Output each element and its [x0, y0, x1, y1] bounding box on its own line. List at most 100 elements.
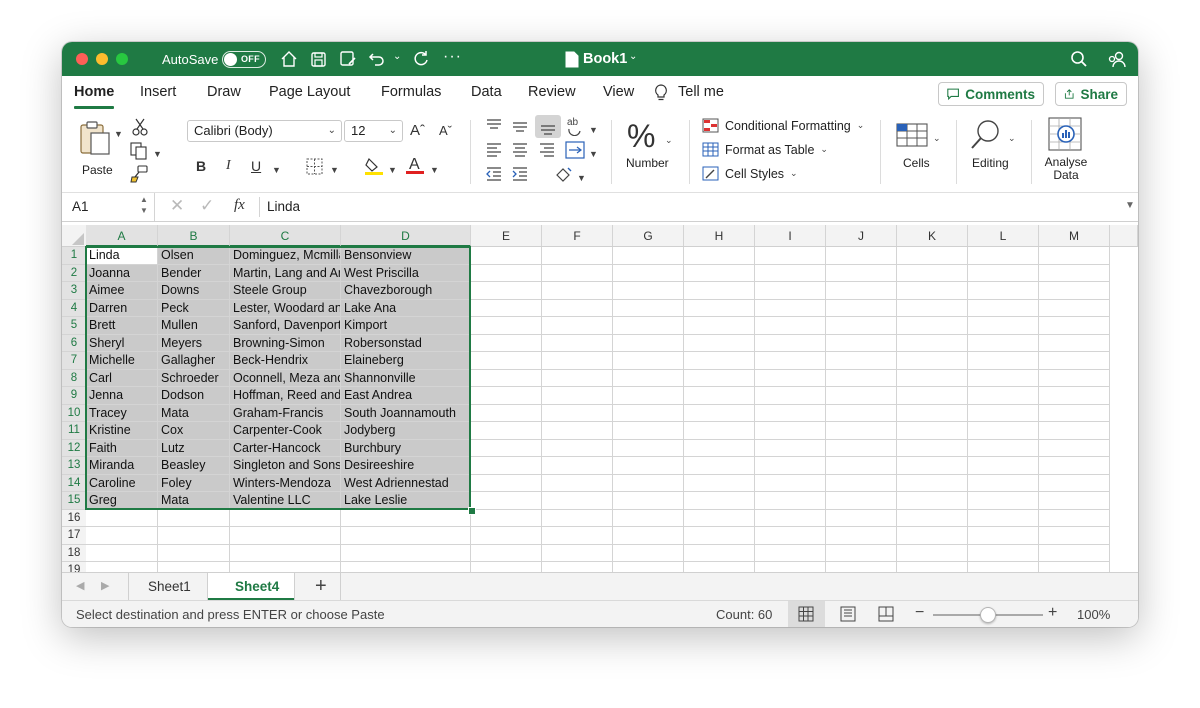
cell-f4[interactable] [542, 299, 613, 317]
name-box-stepper-icon[interactable]: ▲ ▼ [140, 194, 148, 216]
cell-h5[interactable] [684, 317, 755, 335]
cell-h14[interactable] [684, 474, 755, 492]
increase-font-size-icon[interactable]: Aˆ [410, 122, 425, 139]
number-dropdown-icon[interactable]: ⌄ [665, 130, 673, 146]
cell-f16[interactable] [542, 509, 613, 527]
cell-e3[interactable] [471, 282, 542, 300]
fill-color-dropdown-icon[interactable]: ▼ [388, 160, 397, 176]
cell-c8[interactable]: Oconnell, Meza and Eaton [230, 369, 341, 387]
next-sheet-icon[interactable]: ▶ [101, 579, 109, 592]
cell-k17[interactable] [897, 527, 968, 545]
worksheet-grid[interactable]: A B C D E F G H I J K L M 1 Linda Olsen Dominguez, Mcmil… [62, 225, 1138, 572]
cell-i18[interactable] [755, 544, 826, 562]
cell-f9[interactable] [542, 387, 613, 405]
cell-e9[interactable] [471, 387, 542, 405]
cell-b18[interactable] [158, 544, 230, 562]
cell-m13[interactable] [1039, 457, 1110, 475]
cell-k14[interactable] [897, 474, 968, 492]
save-as-icon[interactable] [338, 49, 358, 69]
zoom-out-button[interactable]: − [915, 604, 924, 622]
cell-a19[interactable] [86, 562, 158, 572]
row-header-14[interactable]: 14 [62, 474, 86, 492]
cell-g11[interactable] [613, 422, 684, 440]
cell-e14[interactable] [471, 474, 542, 492]
cell-g3[interactable] [613, 282, 684, 300]
cell-e5[interactable] [471, 317, 542, 335]
font-size-select[interactable]: 12 ⌄ [344, 120, 403, 142]
cell-b11[interactable]: Cox [158, 422, 230, 440]
font-name-select[interactable]: Calibri (Body) ⌄ [187, 120, 342, 142]
cell-c17[interactable] [230, 527, 341, 545]
cell-g4[interactable] [613, 299, 684, 317]
cell-e12[interactable] [471, 439, 542, 457]
cell-a10[interactable]: Tracey [86, 404, 158, 422]
cell-m2[interactable] [1039, 264, 1110, 282]
cell-g13[interactable] [613, 457, 684, 475]
cell-h19[interactable] [684, 562, 755, 572]
row-header-9[interactable]: 9 [62, 387, 86, 405]
cell-g18[interactable] [613, 544, 684, 562]
cell-b4[interactable]: Peck [158, 299, 230, 317]
cell-j12[interactable] [826, 439, 897, 457]
editing-label[interactable]: Editing [972, 156, 1009, 170]
cell-a13[interactable]: Miranda [86, 457, 158, 475]
save-icon[interactable] [308, 49, 328, 69]
minimize-window-button[interactable] [96, 53, 108, 65]
cell-c4[interactable]: Lester, Woodard and Mitchell [230, 299, 341, 317]
cell-c13[interactable]: Singleton and Sons [230, 457, 341, 475]
cell-a11[interactable]: Kristine [86, 422, 158, 440]
cell-a2[interactable]: Joanna [86, 264, 158, 282]
cell-c14[interactable]: Winters-Mendoza [230, 474, 341, 492]
cell-g12[interactable] [613, 439, 684, 457]
cell-f17[interactable] [542, 527, 613, 545]
cell-f3[interactable] [542, 282, 613, 300]
cell-d7[interactable]: Elaineberg [341, 352, 471, 370]
cell-j4[interactable] [826, 299, 897, 317]
analyse-data-icon[interactable] [1047, 116, 1083, 157]
cell-i1[interactable] [755, 247, 826, 265]
cell-e15[interactable] [471, 492, 542, 510]
tab-home[interactable]: Home [74, 84, 115, 109]
undo-dropdown-icon[interactable]: ⌄ [393, 51, 401, 62]
cell-j16[interactable] [826, 509, 897, 527]
cell-h17[interactable] [684, 527, 755, 545]
cell-i3[interactable] [755, 282, 826, 300]
cell-g19[interactable] [613, 562, 684, 572]
row-header-16[interactable]: 16 [62, 509, 86, 527]
cells-icon[interactable] [895, 118, 929, 155]
cell-c7[interactable]: Beck-Hendrix [230, 352, 341, 370]
cell-j15[interactable] [826, 492, 897, 510]
tab-formulas[interactable]: Formulas [381, 84, 441, 100]
cell-f19[interactable] [542, 562, 613, 572]
cell-c16[interactable] [230, 509, 341, 527]
cell-h6[interactable] [684, 334, 755, 352]
cell-i2[interactable] [755, 264, 826, 282]
cell-a18[interactable] [86, 544, 158, 562]
cell-g5[interactable] [613, 317, 684, 335]
cell-f7[interactable] [542, 352, 613, 370]
cell-f12[interactable] [542, 439, 613, 457]
cell-j1[interactable] [826, 247, 897, 265]
zoom-level[interactable]: 100% [1077, 607, 1110, 622]
cell-k4[interactable] [897, 299, 968, 317]
cell-k1[interactable] [897, 247, 968, 265]
cell-l18[interactable] [968, 544, 1039, 562]
column-header-i[interactable]: I [755, 225, 826, 247]
cell-g2[interactable] [613, 264, 684, 282]
cell-i6[interactable] [755, 334, 826, 352]
cells-dropdown-icon[interactable]: ⌄ [933, 128, 941, 144]
cell-f8[interactable] [542, 369, 613, 387]
cell-j19[interactable] [826, 562, 897, 572]
sheet-tab-sheet4[interactable]: Sheet4 [208, 573, 294, 601]
cell-a14[interactable]: Caroline [86, 474, 158, 492]
cell-m11[interactable] [1039, 422, 1110, 440]
cell-l9[interactable] [968, 387, 1039, 405]
cell-i9[interactable] [755, 387, 826, 405]
underline-dropdown-icon[interactable]: ▼ [272, 160, 281, 176]
format-as-table-button[interactable]: Format as Table ⌄ [702, 142, 828, 157]
cell-j13[interactable] [826, 457, 897, 475]
column-header-l[interactable]: L [968, 225, 1039, 247]
cell-c10[interactable]: Graham-Francis [230, 404, 341, 422]
cell-b3[interactable]: Downs [158, 282, 230, 300]
cell-f14[interactable] [542, 474, 613, 492]
